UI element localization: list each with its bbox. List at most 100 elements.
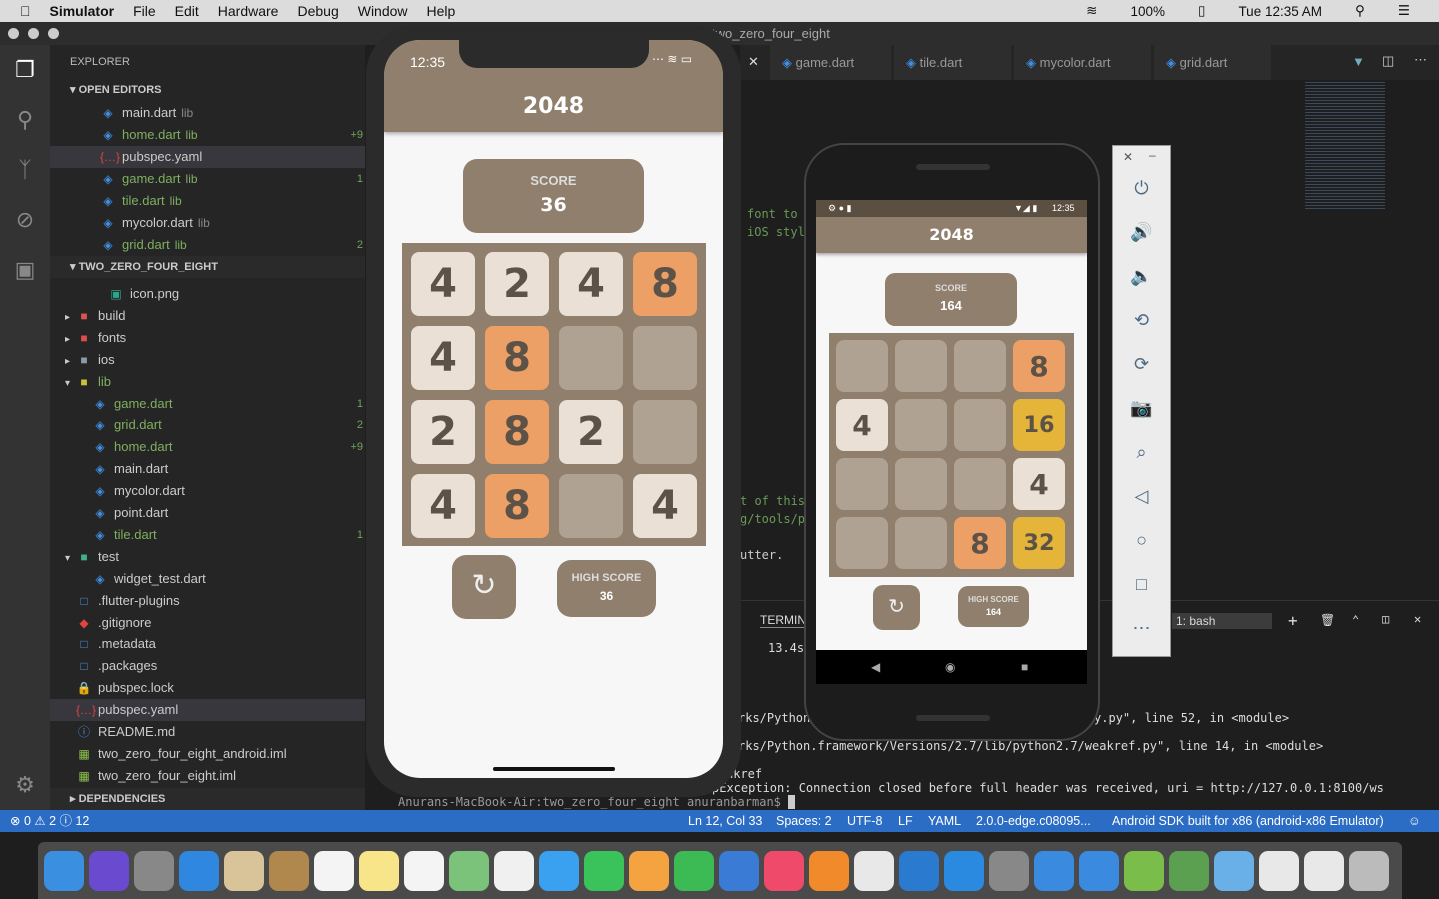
open-editor-item[interactable]: ◈ game.dart lib 1: [50, 168, 365, 190]
tree-item[interactable]: ▸ ■ ios: [50, 349, 365, 371]
open-editor-item[interactable]: ◈ tile.dart lib: [50, 190, 365, 212]
system-preferences-icon[interactable]: [989, 850, 1029, 891]
close-window-button[interactable]: [8, 28, 19, 39]
apple-icon[interactable]: : [20, 3, 31, 19]
menu-debug[interactable]: Debug: [297, 3, 338, 19]
close-panel-icon[interactable]: ✕: [1414, 612, 1421, 626]
clock[interactable]: Tue 12:35 AM: [1238, 4, 1322, 19]
tree-item[interactable]: 🔒 pubspec.lock: [50, 677, 365, 699]
restart-button[interactable]: ↻: [873, 585, 920, 630]
chevron-right-icon[interactable]: ▸: [50, 351, 76, 373]
new-terminal-icon[interactable]: +: [1288, 611, 1298, 630]
minimize-window-button[interactable]: [28, 28, 39, 39]
overview-icon[interactable]: □: [1113, 574, 1170, 595]
problems-indicator[interactable]: ⊗ 0 ⚠ 2 ⓘ 12: [10, 810, 89, 832]
nav-recents-icon[interactable]: ■: [1021, 650, 1028, 684]
panel-layout-icon[interactable]: ◫: [1382, 612, 1389, 626]
facetime-icon[interactable]: [584, 850, 624, 891]
trash-icon[interactable]: 🗑: [1320, 613, 1335, 627]
tree-item[interactable]: ▦ two_zero_four_eight_android.iml: [50, 743, 365, 765]
notification-center-icon[interactable]: ☰: [1398, 3, 1410, 19]
calendar-icon[interactable]: [314, 850, 354, 891]
device-selector[interactable]: Android SDK built for x86 (android-x86 E…: [1112, 810, 1384, 832]
notes-icon[interactable]: [359, 850, 399, 891]
tab-mycolor-dart[interactable]: ◈ mycolor.dart: [1014, 45, 1152, 80]
flutter-sdk[interactable]: 2.0.0-edge.c08095...: [976, 810, 1091, 832]
feedback-smiley-icon[interactable]: ☺: [1408, 810, 1421, 832]
settings-gear-icon[interactable]: ⚙: [12, 772, 38, 798]
open-editor-item[interactable]: ◈ grid.dart lib 2: [50, 234, 365, 256]
open-editors-section[interactable]: ▾ OPEN EDITORS: [50, 79, 365, 101]
more-icon[interactable]: ⋯: [1113, 618, 1170, 639]
numbers-icon[interactable]: [674, 850, 714, 891]
open-editor-item[interactable]: ◈ mycolor.dart lib: [50, 212, 365, 234]
tree-item[interactable]: ◈ mycolor.dart: [50, 480, 365, 502]
tree-item[interactable]: ◈ main.dart: [50, 458, 365, 480]
mail-stamp-icon[interactable]: [224, 850, 264, 891]
chevron-down-icon[interactable]: ▾: [50, 373, 76, 395]
tree-item[interactable]: ▦ two_zero_four_eight.iml: [50, 765, 365, 787]
tree-item[interactable]: ◆ .gitignore: [50, 612, 365, 634]
tab-game-dart[interactable]: ◈ game.dart: [770, 45, 892, 80]
iphone-screen[interactable]: 12:35 ⋯ ≋ ▭ 2048 SCORE 36 424848282484 ↻…: [384, 40, 723, 778]
emulator-minimize-icon[interactable]: –: [1149, 148, 1156, 162]
finder-icon[interactable]: [44, 850, 84, 891]
launchpad-icon[interactable]: [134, 850, 174, 891]
menu-window[interactable]: Window: [358, 3, 408, 19]
contacts-icon[interactable]: [269, 850, 309, 891]
tree-item[interactable]: ▸ ■ build: [50, 305, 365, 327]
tree-item[interactable]: ◈ home.dart +9: [50, 436, 365, 458]
line-ending[interactable]: LF: [898, 810, 913, 832]
zoom-icon[interactable]: ⌕: [1113, 442, 1170, 463]
folder-icon[interactable]: [1214, 850, 1254, 891]
home-indicator[interactable]: [493, 767, 615, 771]
spotlight-icon[interactable]: ⚲: [1355, 3, 1365, 19]
tree-item[interactable]: □ .packages: [50, 655, 365, 677]
game-board[interactable]: 8 4 16 4 8 32: [829, 333, 1074, 577]
open-editor-item[interactable]: ◈ main.dart lib: [50, 102, 365, 124]
nav-home-icon[interactable]: ◉: [945, 650, 955, 684]
preview-icon[interactable]: [1259, 850, 1299, 891]
tree-item[interactable]: ◈ grid.dart 2: [50, 414, 365, 436]
rotate-right-icon[interactable]: ⟳: [1113, 354, 1170, 375]
photos-icon[interactable]: [494, 850, 534, 891]
chevron-right-icon[interactable]: ▸: [50, 329, 76, 351]
tree-item[interactable]: ▸ ■ fonts: [50, 327, 365, 349]
preview2-icon[interactable]: [1304, 850, 1344, 891]
split-editor-icon[interactable]: ◫: [1382, 53, 1394, 69]
debug-icon[interactable]: ⊘: [12, 207, 38, 233]
wifi-icon[interactable]: ≋: [1086, 3, 1097, 19]
menu-hardware[interactable]: Hardware: [218, 3, 279, 19]
tree-item[interactable]: ⓘ README.md: [50, 721, 365, 743]
android-screen[interactable]: ⚙ ● ▮ ▼◢ ▮ 12:35 2048 SCORE 164 8 4 16 4 8 32…: [816, 200, 1087, 684]
messages-icon[interactable]: [539, 850, 579, 891]
android-studio-icon[interactable]: [1124, 850, 1164, 891]
maximize-panel-icon[interactable]: ⌃: [1352, 613, 1359, 627]
menu-edit[interactable]: Edit: [175, 3, 199, 19]
tree-item[interactable]: □ .flutter-plugins: [50, 590, 365, 612]
rotate-left-icon[interactable]: ⟲: [1113, 310, 1170, 331]
nav-back-icon[interactable]: ◀: [871, 650, 880, 684]
tab-grid-dart[interactable]: ◈ grid.dart: [1154, 45, 1272, 80]
home-icon[interactable]: ○: [1113, 530, 1170, 551]
terminal-tab[interactable]: TERMIN: [760, 613, 806, 628]
keynote-icon[interactable]: [719, 850, 759, 891]
tree-item[interactable]: ▣ icon.png: [50, 283, 365, 305]
minimap[interactable]: [1305, 80, 1385, 210]
android-file-icon[interactable]: [1169, 850, 1209, 891]
battery-icon[interactable]: ▯: [1198, 3, 1205, 19]
maps-icon[interactable]: [449, 850, 489, 891]
more-actions-icon[interactable]: ⋯: [1414, 52, 1427, 68]
tree-item[interactable]: ▾ ■ lib: [50, 371, 365, 393]
terminal-shell-select[interactable]: 1: bash: [1172, 613, 1272, 629]
power-icon[interactable]: ⏻: [1113, 178, 1170, 199]
restart-button[interactable]: ↻: [452, 555, 516, 619]
vscode-icon[interactable]: [899, 850, 939, 891]
cursor-position[interactable]: Ln 12, Col 33: [688, 810, 762, 832]
open-editor-item[interactable]: ◈ home.dart lib +9: [50, 124, 365, 146]
chevron-down-icon[interactable]: ▾: [50, 548, 76, 570]
volume-down-icon[interactable]: 🔈: [1113, 266, 1170, 287]
tree-item[interactable]: ◈ widget_test.dart: [50, 568, 365, 590]
explorer-icon[interactable]: ❐: [12, 57, 38, 83]
trash-icon[interactable]: [1349, 850, 1389, 891]
